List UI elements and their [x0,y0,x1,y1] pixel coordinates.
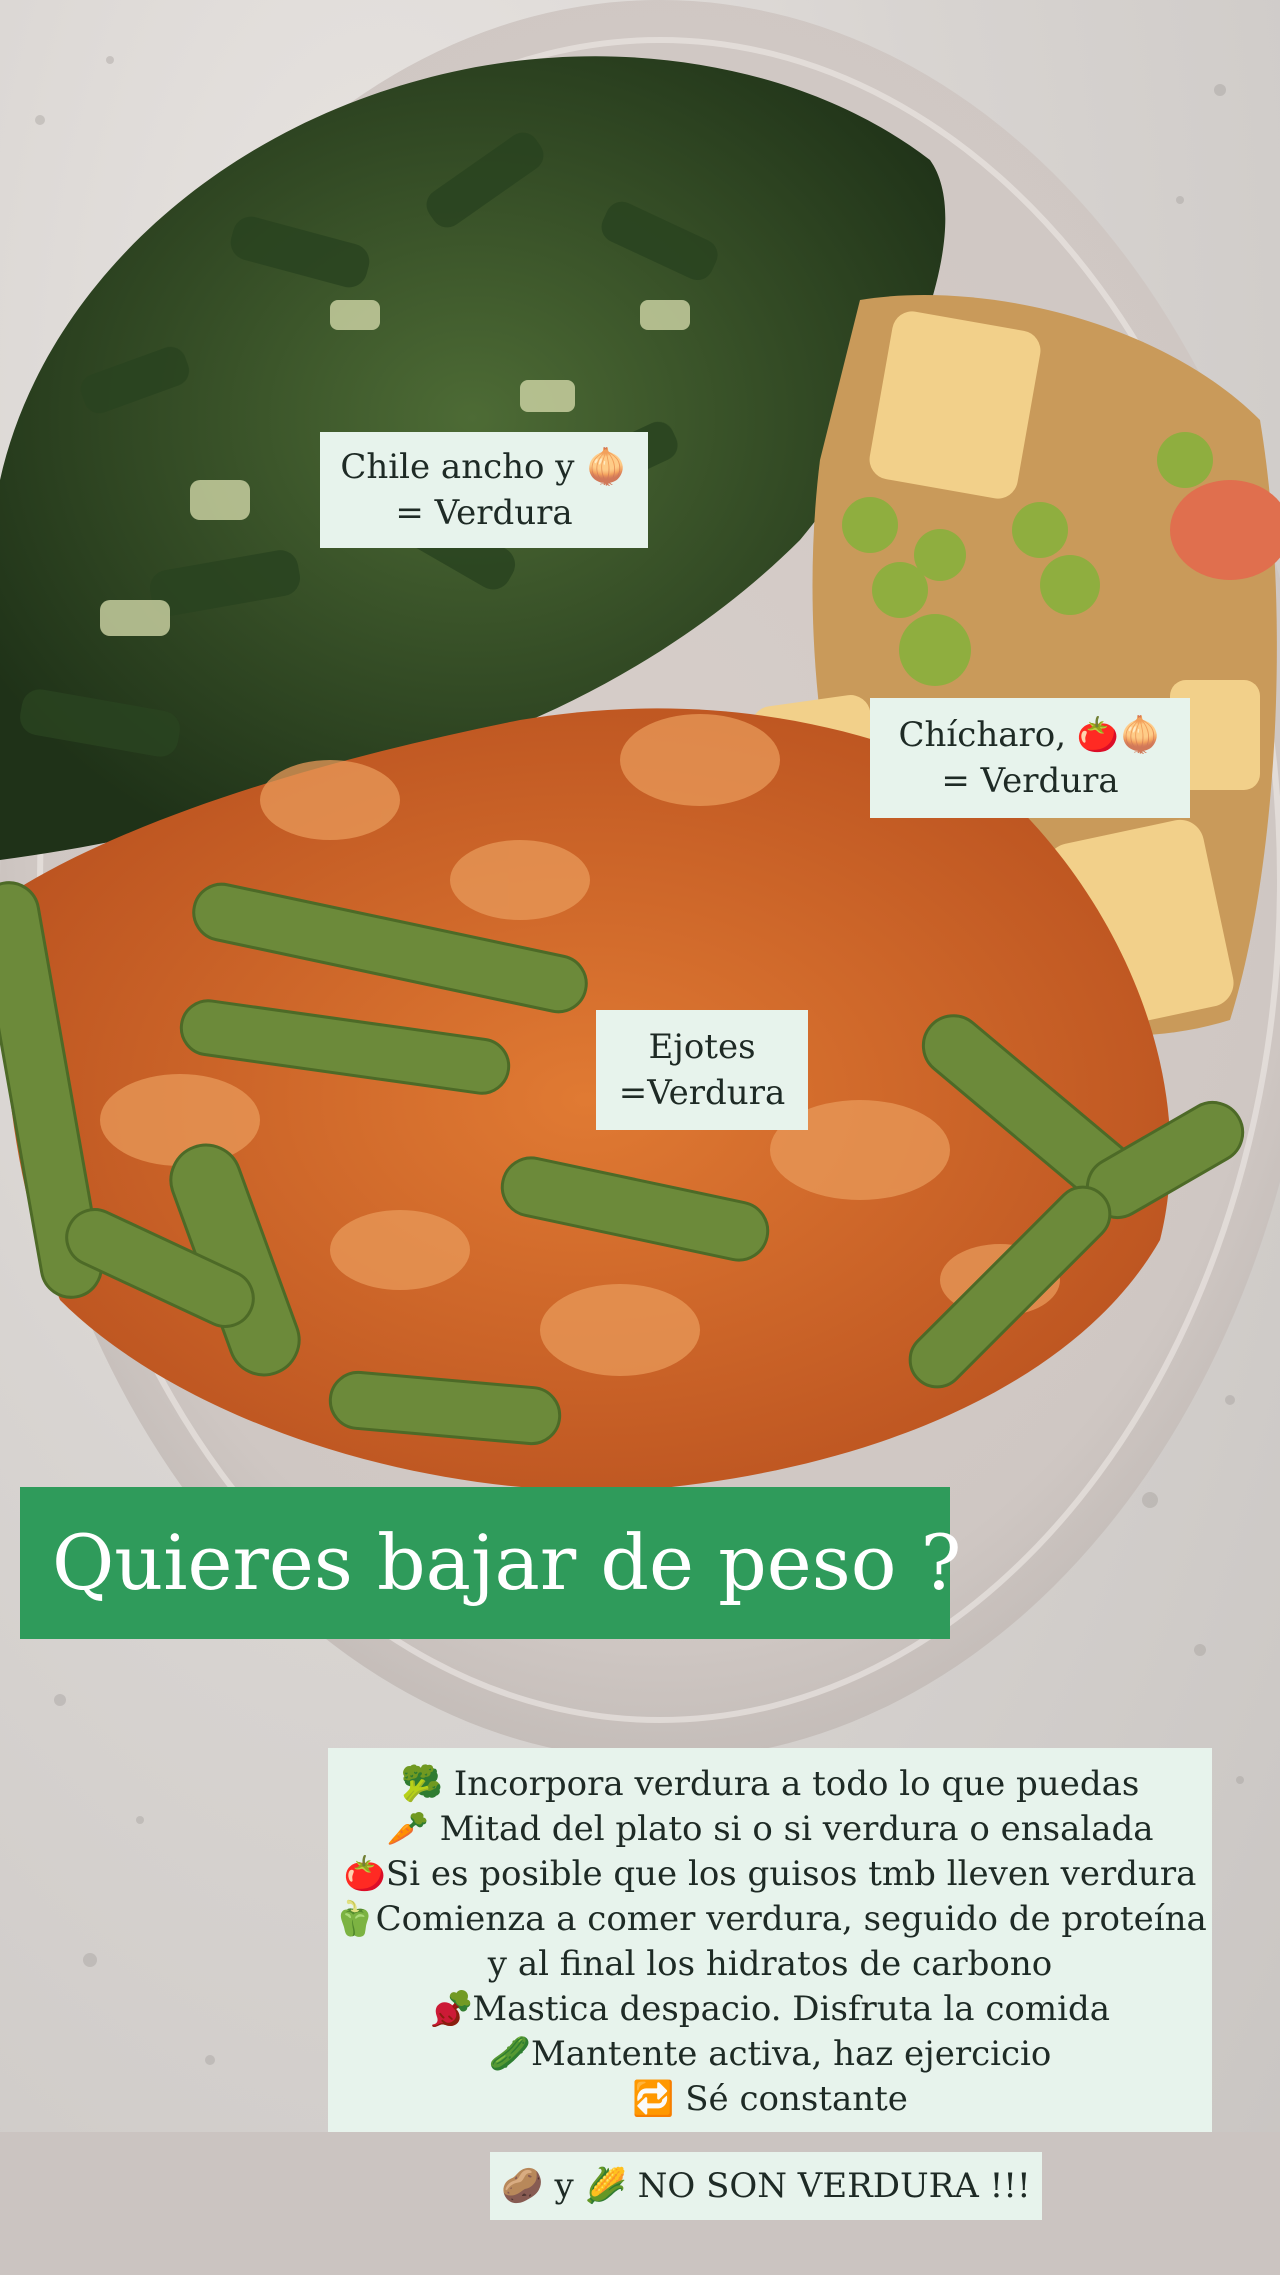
label-ejotes: Ejotes =Verdura [596,1010,808,1130]
tip-line: y al final los hidratos de carbono [487,1944,1053,1984]
tip-line: 🔁 Sé constante [632,2079,908,2119]
label-chicharo-line1: Chícharo, 🍅🧅 [898,715,1162,755]
tip-line: 🫑Comienza a comer verdura, seguido de pr… [333,1899,1207,1939]
photo-stage: Chile ancho y 🧅 = Verdura Chícharo, 🍅🧅 =… [0,0,1280,2275]
headline-banner: Quieres bajar de peso ? [20,1487,961,1639]
tip-line: 🥦 Incorpora verdura a todo lo que puedas [400,1764,1140,1804]
label-chile-line2: = Verdura [395,493,573,533]
not-vegetable-note: 🥔 y 🌽 NO SON VERDURA !!! [490,2152,1042,2220]
label-ejotes-line1: Ejotes [648,1027,756,1067]
tip-line: 🫜Mastica despacio. Disfruta la comida [430,1989,1110,2029]
tip-line: 🥒Mantente activa, haz ejercicio [488,2034,1052,2074]
tips-box: 🥦 Incorpora verdura a todo lo que puedas… [328,1748,1212,2132]
label-ejotes-line2: =Verdura [618,1073,786,1113]
label-chicharo: Chícharo, 🍅🧅 = Verdura [870,698,1190,818]
tip-line: 🍅Si es posible que los guisos tmb lleven… [343,1854,1197,1894]
label-chile-ancho: Chile ancho y 🧅 = Verdura [320,432,648,548]
label-chicharo-line2: = Verdura [941,761,1119,801]
tip-line: 🥕 Mitad del plato si o si verdura o ensa… [386,1809,1154,1849]
label-chile-line1: Chile ancho y 🧅 [340,447,628,487]
